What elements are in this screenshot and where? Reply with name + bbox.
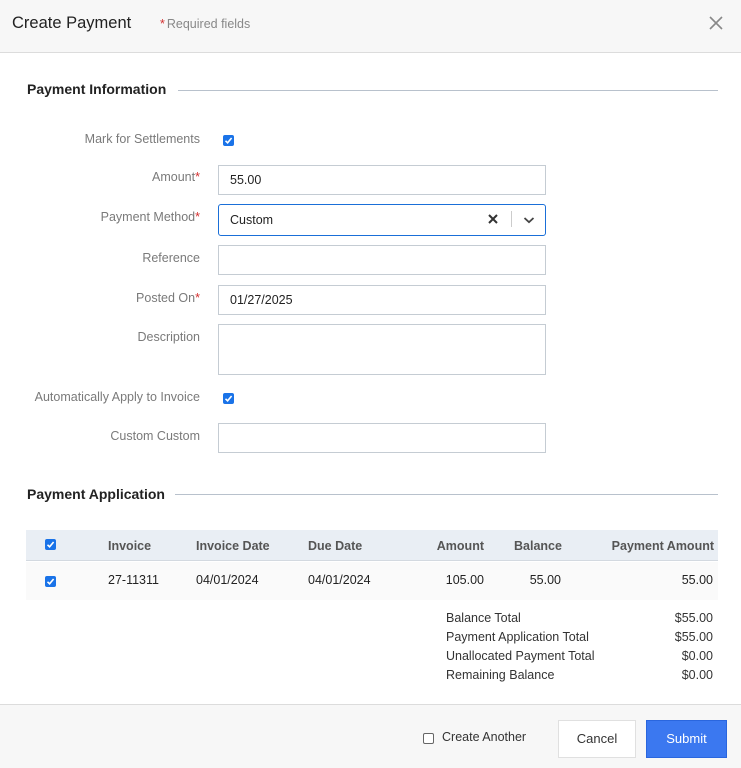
clear-selection-icon[interactable] [487,213,499,225]
required-star: * [195,210,200,224]
chevron-down-icon[interactable] [523,214,535,224]
cell-due-date: 04/01/2024 [308,573,371,587]
checkmark-icon [46,578,55,585]
unallocated-payment-total-label: Unallocated Payment Total [446,649,595,663]
column-header-payment-amount[interactable]: Payment Amount [612,539,714,553]
dialog-title: Create Payment [12,14,132,32]
dialog-footer: Create Another Cancel Submit [0,704,741,768]
checkmark-icon [46,541,55,548]
balance-total-value: $55.00 [674,611,713,625]
posted-on-input[interactable]: 01/27/2025 [218,285,546,315]
create-another-checkbox[interactable] [423,733,434,744]
custom-custom-input[interactable] [218,423,546,453]
unallocated-payment-total-value: $0.00 [681,649,713,663]
cell-balance: 55.00 [529,573,561,587]
custom-custom-label: Custom Custom [110,429,200,443]
cancel-button[interactable]: Cancel [558,720,636,758]
checkmark-icon [224,395,233,402]
auto-apply-checkbox[interactable] [223,393,234,404]
amount-label-text: Amount [152,170,196,184]
section-divider [175,494,718,495]
required-fields-text: Required fields [166,17,251,31]
description-textarea[interactable] [218,324,546,375]
payment-method-value: Custom [230,213,274,227]
mark-for-settlements-checkbox[interactable] [223,135,234,146]
cell-amount: 105.00 [445,573,484,587]
cell-payment-amount[interactable]: 55.00 [682,573,713,587]
row-checkbox[interactable] [45,576,56,587]
auto-apply-label: Automatically Apply to Invoice [34,390,200,404]
balance-total-label: Balance Total [446,611,521,625]
reference-input[interactable] [218,245,546,275]
payment-application-total-value: $55.00 [674,630,713,644]
required-fields-note: * Required fields [160,17,250,31]
amount-value: 55.00 [230,173,262,187]
amount-input[interactable]: 55.00 [218,165,546,195]
select-all-checkbox[interactable] [45,539,56,550]
posted-on-value: 01/27/2025 [230,293,293,307]
required-star: * [195,291,200,305]
required-star: * [160,17,165,31]
column-header-amount[interactable]: Amount [437,539,484,553]
required-star: * [195,170,200,184]
cell-invoice: 27-11311 [108,573,159,587]
create-another-label[interactable]: Create Another [442,730,526,744]
checkmark-icon [224,137,233,144]
cell-invoice-date: 04/01/2024 [196,573,259,587]
mark-for-settlements-label: Mark for Settlements [84,132,200,146]
payment-application-total-label: Payment Application Total [446,630,589,644]
section-divider [178,90,718,91]
remaining-balance-label: Remaining Balance [446,668,555,682]
table-row: 27-11311 04/01/2024 04/01/2024 105.00 55… [26,562,718,600]
payment-method-select[interactable]: Custom [218,204,546,236]
posted-on-label: Posted On* [136,291,200,305]
column-header-invoice-date[interactable]: Invoice Date [196,539,270,553]
remaining-balance-value: $0.00 [681,668,713,682]
payment-method-label: Payment Method* [101,210,200,224]
submit-button[interactable]: Submit [646,720,727,758]
section-title-payment-information: Payment Information [27,81,167,97]
select-separator [511,211,512,227]
column-header-due-date[interactable]: Due Date [308,539,362,553]
table-header: Invoice Invoice Date Due Date Amount Bal… [26,530,718,561]
amount-label: Amount* [152,170,200,184]
posted-on-label-text: Posted On [136,291,196,305]
column-header-balance[interactable]: Balance [514,539,562,553]
section-title-payment-application: Payment Application [27,486,165,502]
reference-label: Reference [142,251,200,265]
description-label: Description [137,330,200,344]
payment-method-label-text: Payment Method [100,210,196,224]
close-icon[interactable] [706,13,726,33]
column-header-invoice[interactable]: Invoice [108,539,151,553]
dialog-header: Create Payment * Required fields [0,0,741,53]
